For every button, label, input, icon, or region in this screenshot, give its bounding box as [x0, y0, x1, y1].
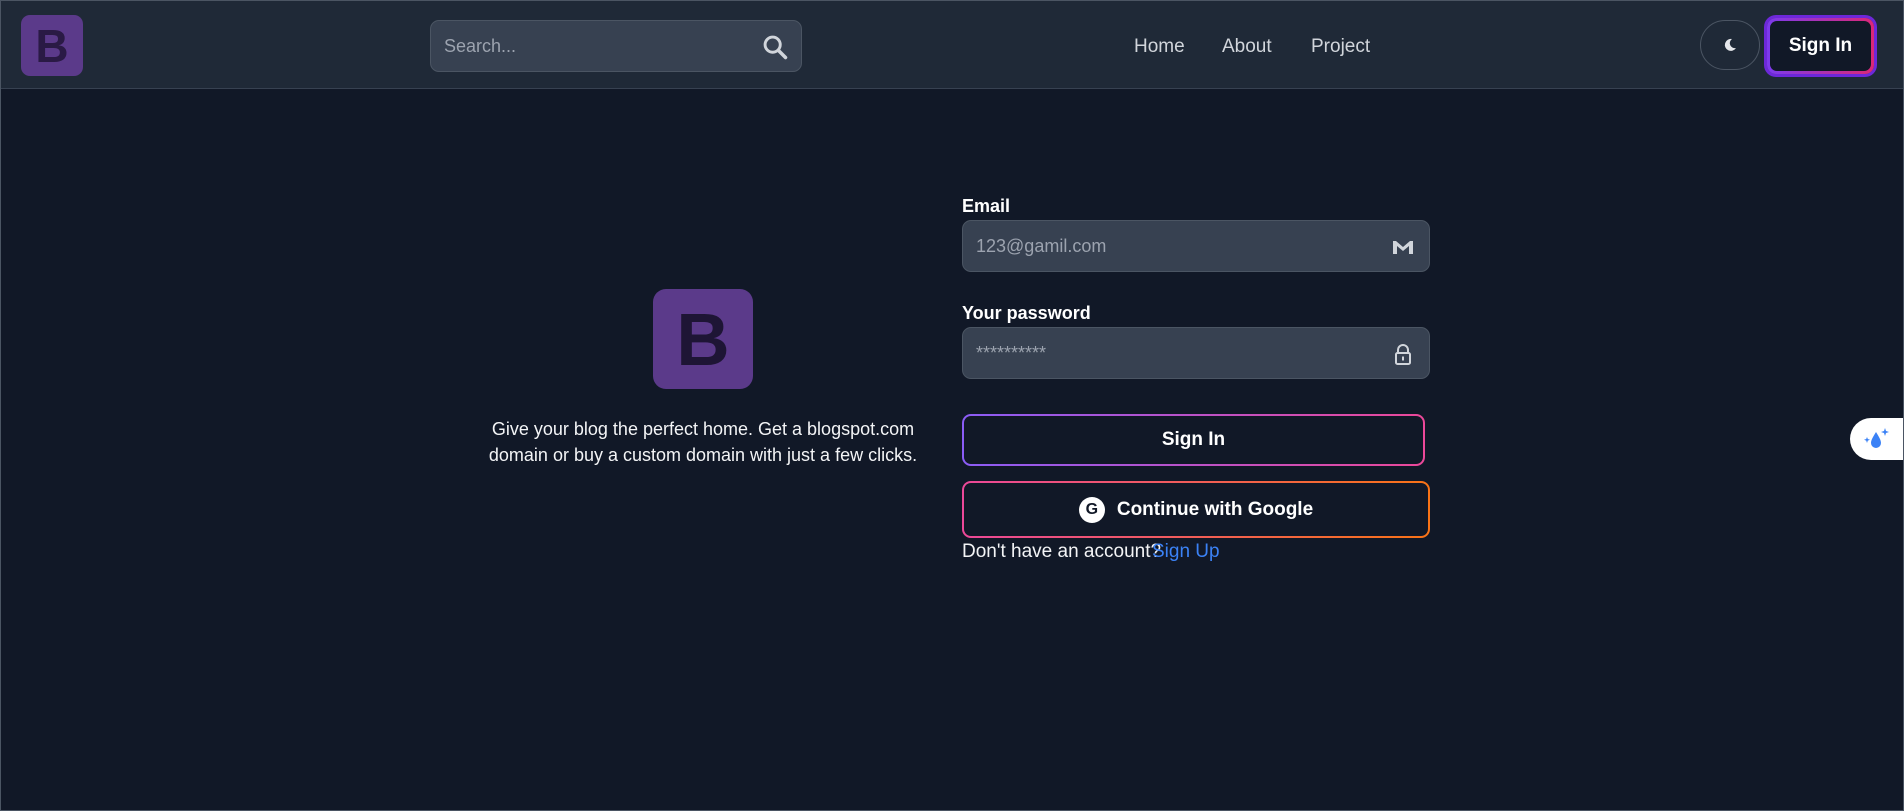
floating-widget-button[interactable]	[1850, 418, 1904, 460]
hero-tagline: Give your blog the perfect home. Get a b…	[488, 419, 918, 465]
no-account-text: Don't have an account?	[962, 541, 1162, 562]
password-field	[962, 327, 1430, 379]
google-icon: G	[1078, 496, 1105, 523]
header-sign-in-button[interactable]: Sign In	[1767, 18, 1874, 74]
search-bar	[430, 20, 802, 72]
sign-up-link[interactable]: Sign Up	[1152, 541, 1220, 563]
google-button-label: Continue with Google	[1116, 498, 1314, 520]
password-input[interactable]	[963, 328, 1363, 378]
nav-about-link[interactable]: About	[1222, 36, 1272, 58]
password-label: Your password	[962, 303, 1091, 323]
lock-icon	[1395, 344, 1411, 365]
theme-toggle-button[interactable]	[1700, 20, 1760, 70]
brand-logo[interactable]: B	[21, 15, 83, 76]
sign-in-button[interactable]: Sign In	[962, 414, 1425, 466]
sign-in-button-label: Sign In	[964, 416, 1423, 464]
moon-icon	[1724, 38, 1736, 51]
search-icon[interactable]	[761, 33, 789, 61]
navbar: B Home About Project Sign In	[0, 0, 1904, 89]
header-sign-in-label: Sign In	[1770, 21, 1871, 71]
google-sign-in-button[interactable]: G Continue with Google	[962, 481, 1430, 538]
gmail-icon	[1393, 241, 1413, 254]
brand-logo-letter: B	[35, 19, 69, 72]
hero-logo-letter: B	[676, 297, 730, 381]
hero-logo: B	[653, 289, 753, 389]
search-input[interactable]	[431, 21, 751, 71]
email-input[interactable]	[963, 221, 1363, 271]
email-label: Email	[962, 196, 1011, 216]
window-frame	[0, 0, 1904, 811]
sparkle-drop-icon	[1864, 428, 1889, 448]
nav-home-link[interactable]: Home	[1134, 36, 1185, 58]
nav-project-link[interactable]: Project	[1311, 36, 1370, 58]
email-field	[962, 220, 1430, 272]
